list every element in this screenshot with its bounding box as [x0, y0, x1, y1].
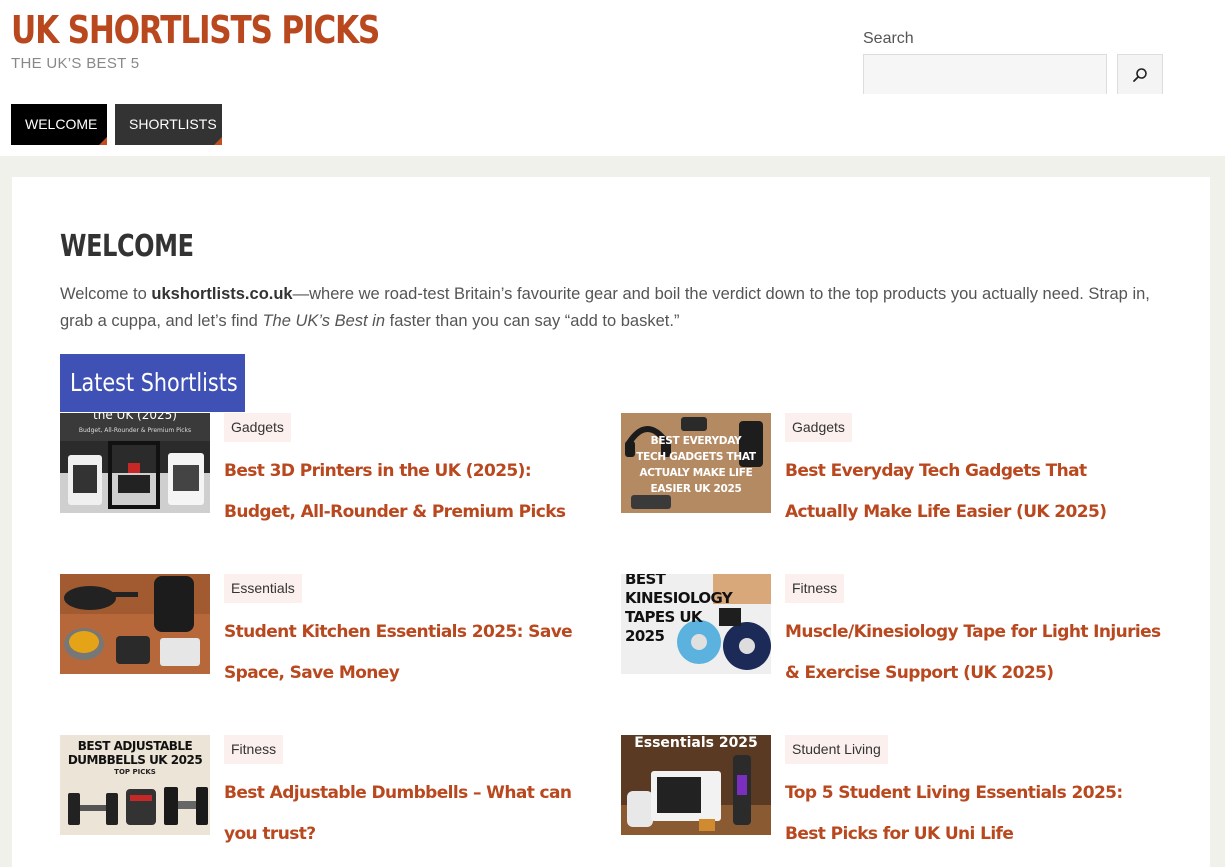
thumbnail-caption: the UK (2025): [93, 413, 177, 422]
post-category[interactable]: Student Living: [785, 735, 888, 764]
post-category[interactable]: Gadgets: [224, 413, 291, 442]
nav-item-shortlists[interactable]: SHORTLISTS: [115, 104, 222, 145]
thumbnail-subcaption: Budget, All-Rounder & Premium Picks: [78, 427, 192, 434]
post-title[interactable]: Best 3D Printers in the UK (2025): Budge…: [224, 451, 600, 533]
intro-site-name: ukshortlists.co.uk: [151, 285, 293, 303]
post-thumbnail[interactable]: [60, 574, 210, 674]
post-card: the UK (2025) Budget, All-Rounder & Prem…: [60, 413, 600, 523]
post-title[interactable]: Best Adjustable Dumbbells – What can you…: [224, 773, 600, 855]
post-title[interactable]: Muscle/Kinesiology Tape for Light Injuri…: [785, 612, 1161, 694]
intro-suffix: faster than you can say “add to basket.”: [385, 312, 680, 330]
thumbnail-caption: BEST EVERYDAY TECH GADGETS THAT ACTUALY …: [636, 435, 756, 495]
thumbnail-caption: BEST KINESIOLOGY TAPES UK 2025: [625, 574, 733, 645]
intro-prefix: Welcome to: [60, 285, 152, 303]
site-title[interactable]: UK SHORTLISTS PICKS: [11, 8, 380, 52]
post-card: BEST ADJUSTABLE DUMBBELLS UK 2025 TOP PI…: [60, 735, 600, 845]
post-category[interactable]: Fitness: [224, 735, 284, 764]
kitchen-essentials-image: [60, 574, 210, 674]
post-card: Essentials 2025 Student Living Top 5 Stu…: [621, 735, 1161, 845]
search-input[interactable]: [863, 54, 1107, 94]
search-button[interactable]: [1117, 54, 1163, 94]
search-icon: [1133, 67, 1147, 82]
post-card: BEST EVERYDAY TECH GADGETS THAT ACTUALY …: [621, 413, 1161, 523]
intro-paragraph: Welcome to ukshortlists.co.uk—where we r…: [60, 281, 1160, 335]
post-thumbnail[interactable]: the UK (2025) Budget, All-Rounder & Prem…: [60, 413, 210, 513]
post-title[interactable]: Best Everyday Tech Gadgets That Actually…: [785, 451, 1161, 533]
post-thumbnail[interactable]: BEST ADJUSTABLE DUMBBELLS UK 2025 TOP PI…: [60, 735, 210, 835]
post-category[interactable]: Essentials: [224, 574, 302, 603]
page-title: WELCOME: [60, 229, 194, 264]
nav-item-welcome[interactable]: WELCOME: [11, 104, 107, 145]
post-card: Essentials Student Kitchen Essentials 20…: [60, 574, 600, 684]
post-card: BEST KINESIOLOGY TAPES UK 2025 Fitness M…: [621, 574, 1161, 684]
search-label: Search: [863, 30, 914, 47]
thumbnail-caption: Essentials 2025: [634, 735, 758, 751]
post-thumbnail[interactable]: BEST EVERYDAY TECH GADGETS THAT ACTUALY …: [621, 413, 771, 513]
post-category[interactable]: Fitness: [785, 574, 845, 603]
thumbnail-subcaption: TOP PICKS: [114, 768, 156, 776]
post-category[interactable]: Gadgets: [785, 413, 852, 442]
site-tagline: THE UK’S BEST 5: [11, 55, 140, 72]
latest-shortlists-label: Latest Shortlists: [70, 368, 238, 397]
site-header: UK SHORTLISTS PICKS THE UK’S BEST 5 WELC…: [0, 0, 1225, 156]
post-title[interactable]: Top 5 Student Living Essentials 2025: Be…: [785, 773, 1161, 855]
post-thumbnail[interactable]: Essentials 2025: [621, 735, 771, 835]
main-content: WELCOME Welcome to ukshortlists.co.uk—wh…: [12, 177, 1210, 867]
post-thumbnail[interactable]: BEST KINESIOLOGY TAPES UK 2025: [621, 574, 771, 674]
post-title[interactable]: Student Kitchen Essentials 2025: Save Sp…: [224, 612, 600, 694]
thumbnail-caption: BEST ADJUSTABLE DUMBBELLS UK 2025: [67, 739, 203, 767]
intro-italic: The UK’s Best in: [262, 312, 386, 330]
latest-shortlists-heading: Latest Shortlists: [60, 354, 245, 412]
